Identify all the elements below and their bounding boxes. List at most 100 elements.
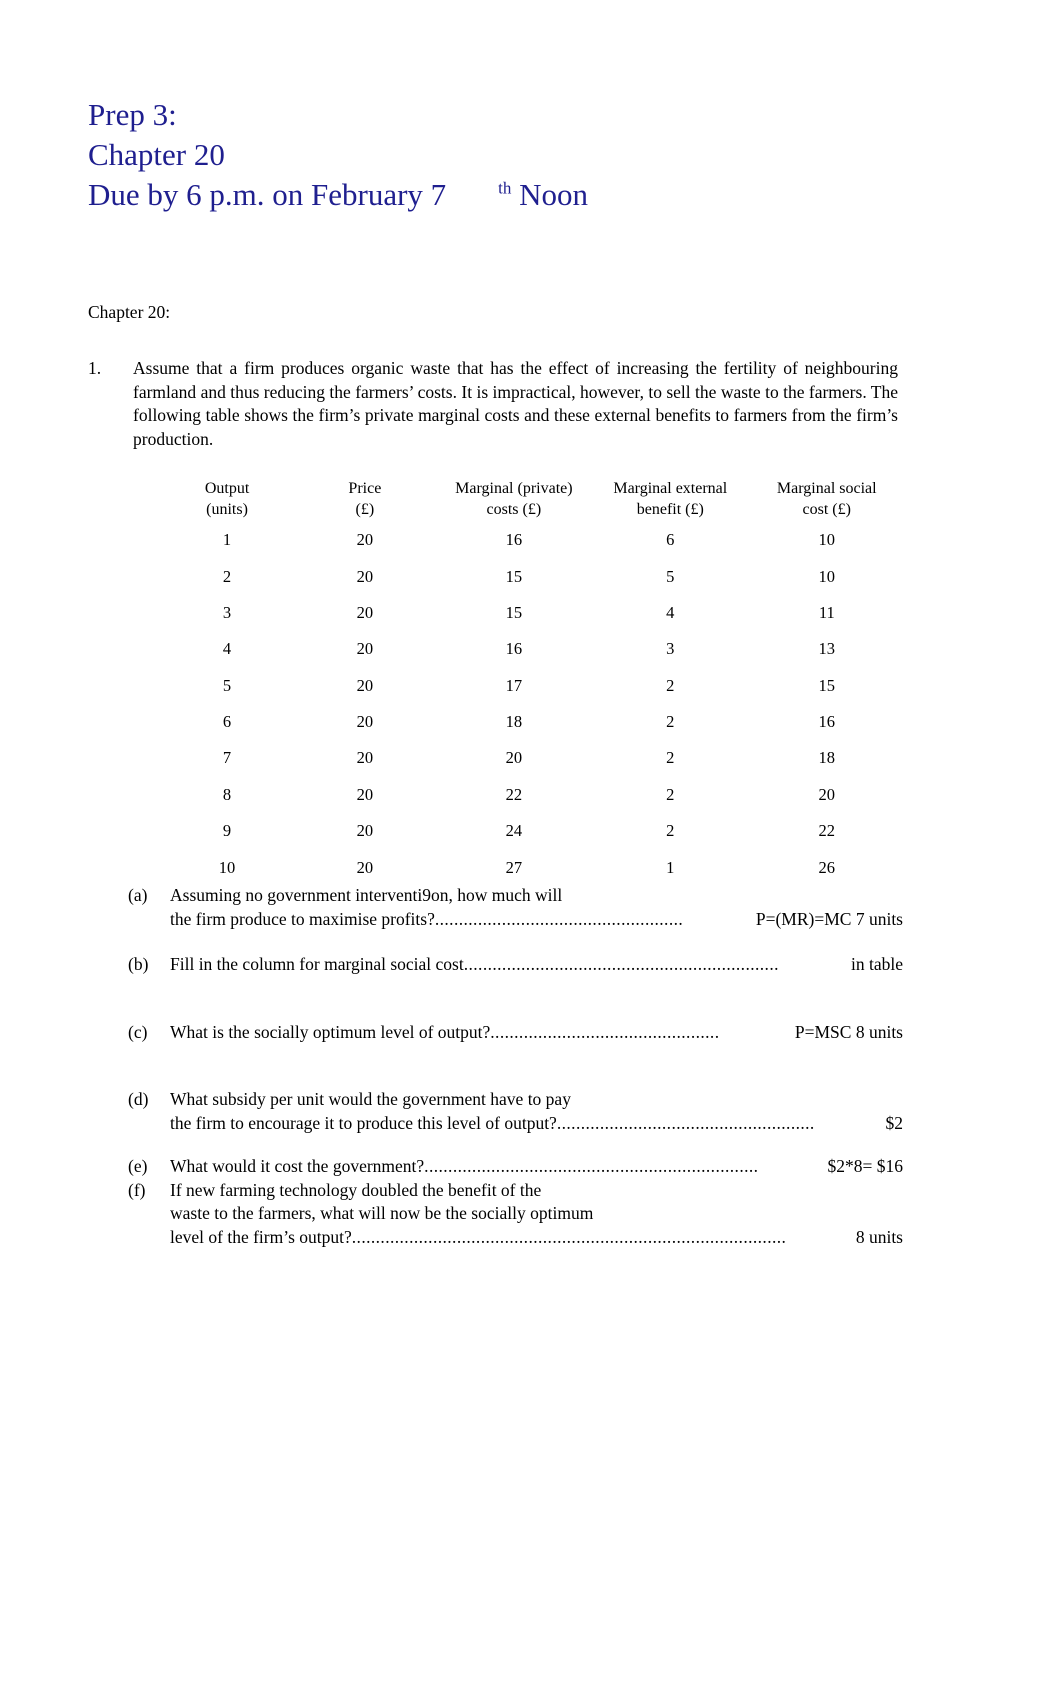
cell-price: 20 <box>356 639 374 659</box>
column-header-marginal-external-benefit: Marginal external benefit (£) <box>592 478 748 522</box>
table-row: 5 20 17 2 15 <box>160 668 905 704</box>
cell-msc: 11 <box>818 602 835 622</box>
spacer-a <box>128 931 903 953</box>
cell-output: 3 <box>222 602 232 622</box>
title-due-text: Due by 6 p.m. on February 7 <box>88 177 447 212</box>
cell-msc: 20 <box>818 784 836 804</box>
cell-price: 20 <box>356 675 374 695</box>
sub-question-d-text: What subsidy per unit would the governme… <box>170 1088 903 1135</box>
sub-question-b-answer-row: Fill in the column for marginal social c… <box>170 953 903 977</box>
title-noon-text: Noon <box>519 177 589 212</box>
cell-price: 20 <box>356 748 374 768</box>
spacer-b <box>128 977 903 1021</box>
cell-msc: 10 <box>818 530 836 550</box>
document-page: Prep 3: Chapter 20 Due by 6 p.m. on Febr… <box>0 0 1062 1691</box>
sub-question-a-line1: Assuming no government interventi9on, ho… <box>170 885 563 905</box>
cell-mpc: 18 <box>505 712 523 732</box>
column-header-price: Price (£) <box>294 478 436 522</box>
cell-msc: 15 <box>818 675 836 695</box>
cell-output: 1 <box>222 530 232 550</box>
table-row: 6 20 18 2 16 <box>160 704 905 740</box>
column-header-meb-line2: benefit (£) <box>636 501 704 518</box>
cell-meb: 2 <box>666 784 675 804</box>
sub-question-b-letter: (b) <box>128 954 149 974</box>
sub-question-a-letter: (a) <box>128 885 148 905</box>
cell-price: 20 <box>356 530 374 550</box>
cell-meb: 4 <box>666 602 675 622</box>
cell-price: 20 <box>356 712 374 732</box>
table-header: Output (units) Price (£) Marginal (priva… <box>160 478 905 522</box>
cell-price: 20 <box>356 784 374 804</box>
column-header-mpc-line1: Marginal (private) <box>455 480 573 497</box>
table-row: 10 20 27 1 26 <box>160 849 905 885</box>
cell-mpc: 17 <box>505 675 523 695</box>
sub-question-d-line1: What subsidy per unit would the governme… <box>170 1089 571 1109</box>
sub-question-a-dots: ........................................… <box>434 908 684 929</box>
sub-question-e: (e) What would it cost the government? .… <box>128 1155 903 1179</box>
cell-output: 9 <box>222 821 232 841</box>
sub-question-f: (f) If new farming technology doubled th… <box>128 1179 903 1250</box>
cell-msc: 13 <box>818 639 836 659</box>
cell-meb: 2 <box>666 675 675 695</box>
sub-question-f-text: If new farming technology doubled the be… <box>170 1179 903 1250</box>
table-row: 1 20 16 6 10 <box>160 522 905 558</box>
cell-mpc: 15 <box>505 566 523 586</box>
cell-msc: 10 <box>818 566 836 586</box>
sub-question-f-line1: If new farming technology doubled the be… <box>170 1179 542 1200</box>
marginal-cost-table: Output (units) Price (£) Marginal (priva… <box>160 478 905 886</box>
column-header-price-line2: (£) <box>355 501 375 518</box>
cell-meb: 2 <box>666 748 675 768</box>
cell-output: 2 <box>222 566 232 586</box>
cell-mpc: 24 <box>505 821 523 841</box>
sub-question-d-answer-row: the firm to encourage it to produce this… <box>170 1112 903 1136</box>
cell-price: 20 <box>356 821 374 841</box>
cell-mpc: 20 <box>505 748 523 768</box>
title-line-2: Chapter 20 <box>88 137 225 172</box>
document-title: Prep 3: Chapter 20 Due by 6 p.m. on Febr… <box>88 95 938 215</box>
sub-question-d-letter: (d) <box>128 1089 149 1109</box>
sub-question-a-lead: the firm produce to maximise profits? <box>170 908 435 929</box>
spacer-d <box>128 1135 903 1155</box>
sub-question-b: (b) Fill in the column for marginal soci… <box>128 953 903 977</box>
cell-price: 20 <box>356 566 374 586</box>
column-header-msc-line2: cost (£) <box>802 501 851 518</box>
sub-question-e-lead: What would it cost the government? <box>170 1156 425 1176</box>
cell-output: 4 <box>222 639 232 659</box>
column-header-output-line1: Output <box>204 480 250 497</box>
sub-question-e-answer-row: What would it cost the government? .....… <box>170 1155 903 1179</box>
sub-question-a-text: Assuming no government interventi9on, ho… <box>170 884 903 931</box>
sub-question-b-text: Fill in the column for marginal social c… <box>170 953 903 977</box>
table-row: 8 20 22 2 20 <box>160 777 905 813</box>
sub-question-a-answer-row: the firm produce to maximise profits? ..… <box>170 908 903 932</box>
cell-meb: 5 <box>666 566 675 586</box>
question-1-number: 1. <box>88 358 102 378</box>
sub-question-c-text: What is the socially optimum level of ou… <box>170 1021 903 1045</box>
sub-question-d-dots: ........................................… <box>556 1112 815 1133</box>
title-line-1: Prep 3: <box>88 97 177 132</box>
sub-question-f-line2: waste to the farmers, what will now be t… <box>170 1203 594 1223</box>
sub-question-d-lead: the firm to encourage it to produce this… <box>170 1112 557 1133</box>
sub-question-e-text: What would it cost the government? .....… <box>170 1155 903 1179</box>
sub-question-e-dots: ........................................… <box>424 1156 759 1176</box>
sub-question-e-answer: $2*8= $16 <box>827 1156 904 1176</box>
question-1-text: Assume that a firm produces organic wast… <box>133 358 898 449</box>
cell-msc: 18 <box>818 748 836 768</box>
column-header-output: Output (units) <box>160 478 294 522</box>
sub-question-f-dots: ........................................… <box>351 1226 787 1247</box>
chapter-label: Chapter 20: <box>88 302 171 322</box>
cell-output: 8 <box>222 784 232 804</box>
cell-output: 6 <box>222 712 232 732</box>
sub-questions-list: (a) Assuming no government interventi9on… <box>128 884 903 1249</box>
cell-mpc: 22 <box>505 784 523 804</box>
question-1: 1. Assume that a firm produces organic w… <box>88 357 898 451</box>
table-row: 9 20 24 2 22 <box>160 813 905 849</box>
cell-output: 7 <box>222 748 232 768</box>
cell-meb: 1 <box>666 857 675 877</box>
table-body: 1 20 1 6 6 10 2 20 15 5 10 3 20 15 4 11 4… <box>160 522 905 886</box>
cell-price: 20 <box>356 857 374 877</box>
table-row: 3 20 15 4 11 <box>160 595 905 631</box>
cell-msc: 26 <box>818 857 836 877</box>
cell-mpc: 27 <box>505 857 523 877</box>
table-row: 2 20 15 5 10 <box>160 558 905 594</box>
cell-meb: 6 <box>666 530 675 550</box>
